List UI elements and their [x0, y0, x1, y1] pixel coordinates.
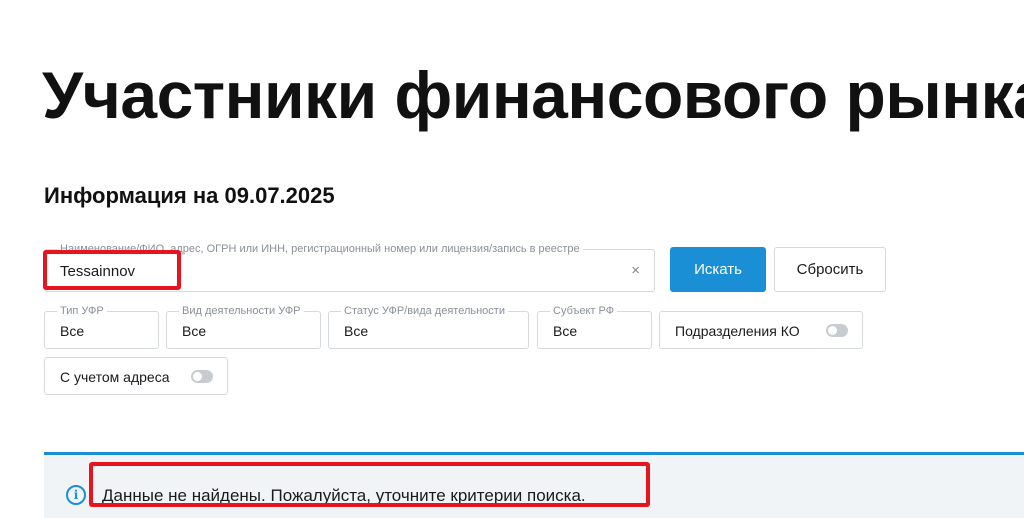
filter-activity-type-label: Вид деятельности УФР — [179, 304, 304, 318]
toggle-divisions[interactable]: Подразделения КО — [659, 311, 863, 349]
filter-activity-type[interactable]: Вид деятельности УФР Все — [166, 304, 321, 349]
reset-button[interactable]: Сбросить — [774, 247, 886, 292]
filter-region-value: Все — [553, 323, 578, 339]
toggle-divisions-switch[interactable] — [826, 324, 848, 337]
filter-region-label: Субъект РФ — [550, 304, 618, 318]
page: Участники финансового рынка Информация н… — [0, 0, 1024, 518]
page-title: Участники финансового рынка — [42, 58, 1024, 132]
toggle-address[interactable]: С учетом адреса — [44, 357, 228, 395]
filter-status-value: Все — [344, 323, 369, 339]
search-input-value[interactable]: Tessainnov — [60, 263, 135, 280]
filter-region[interactable]: Субъект РФ Все — [537, 304, 652, 349]
close-icon[interactable]: × — [631, 262, 640, 280]
info-icon: i — [66, 485, 86, 505]
toggle-divisions-label: Подразделения КО — [675, 323, 800, 339]
info-date: Информация на 09.07.2025 — [44, 183, 335, 208]
filter-activity-type-value: Все — [182, 323, 207, 339]
filter-ufr-type-value: Все — [60, 323, 85, 339]
search-button[interactable]: Искать — [670, 247, 766, 292]
filter-status-label: Статус УФР/вида деятельности — [341, 304, 508, 318]
toggle-address-switch[interactable] — [191, 370, 213, 383]
filter-status[interactable]: Статус УФР/вида деятельности Все — [328, 304, 529, 349]
filter-ufr-type[interactable]: Тип УФР Все — [44, 304, 159, 349]
toggle-address-label: С учетом адреса — [60, 369, 170, 385]
search-input-label: Наименование/ФИО, адрес, ОГРН или ИНН, р… — [57, 242, 583, 256]
search-input[interactable]: Наименование/ФИО, адрес, ОГРН или ИНН, р… — [44, 242, 655, 292]
result-panel: i Данные не найдены. Пожалуйста, уточнит… — [44, 452, 1024, 518]
result-message: Данные не найдены. Пожалуйста, уточните … — [102, 486, 586, 505]
filter-ufr-type-label: Тип УФР — [57, 304, 107, 318]
